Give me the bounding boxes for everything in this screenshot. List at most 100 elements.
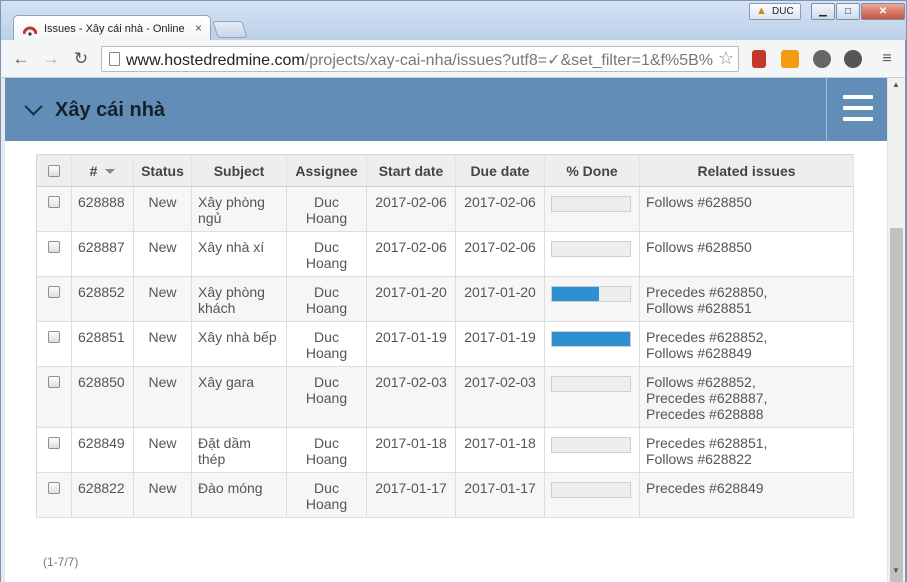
row-checkbox[interactable] — [48, 331, 60, 343]
issue-id[interactable]: 628822 — [71, 472, 134, 518]
row-checkbox[interactable] — [48, 437, 60, 449]
vertical-scrollbar[interactable]: ▲ ▼ — [887, 78, 905, 582]
issue-id[interactable]: 628887 — [71, 231, 134, 277]
related-issue-link[interactable]: Precedes #628851, — [646, 435, 847, 451]
minimize-button[interactable]: ▁ — [811, 3, 835, 20]
issue-subject[interactable]: Đặt dầm thép — [191, 427, 287, 473]
header-divider — [826, 78, 827, 141]
issue-due-date: 2017-02-06 — [455, 186, 545, 232]
related-issue-link[interactable]: Precedes #628888 — [646, 406, 847, 422]
film-reel-extension-icon[interactable] — [844, 50, 862, 68]
issue-subject[interactable]: Đào móng — [191, 472, 287, 518]
address-bar[interactable]: www.hostedredmine.com/projects/xay-cai-n… — [101, 46, 739, 72]
issue-related: Precedes #628852, Follows #628849 — [639, 321, 854, 367]
menu-icon[interactable]: ≡ — [877, 49, 897, 69]
new-tab-button[interactable] — [212, 21, 248, 38]
column-header-start-date[interactable]: Start date — [366, 154, 456, 187]
related-issue-link[interactable]: Follows #628850 — [646, 194, 847, 210]
browser-tab[interactable]: Issues - Xây cái nhà - Online × — [13, 15, 211, 42]
scroll-up-arrow-icon[interactable]: ▲ — [892, 80, 900, 89]
issue-subject[interactable]: Xây phòng khách — [191, 276, 287, 322]
reload-icon[interactable]: ↻ — [71, 49, 91, 69]
issue-assignee[interactable]: Duc Hoang — [286, 276, 367, 322]
related-issue-link[interactable]: Precedes #628849 — [646, 480, 847, 496]
table-row[interactable]: 628849 New Đặt dầm thép Duc Hoang 2017-01-18… — [36, 427, 854, 473]
user-profile-button[interactable]: ▲ DUC — [749, 3, 801, 20]
issue-due-date: 2017-01-19 — [455, 321, 545, 367]
related-issue-link[interactable]: Follows #628822 — [646, 451, 847, 467]
issue-id[interactable]: 628852 — [71, 276, 134, 322]
issue-assignee[interactable]: Duc Hoang — [286, 321, 367, 367]
table-header-row: # Status Subject Assignee Start date Due… — [36, 154, 854, 187]
issue-assignee[interactable]: Duc Hoang — [286, 186, 367, 232]
related-issue-link[interactable]: Precedes #628887, — [646, 390, 847, 406]
issue-related: Precedes #628849 — [639, 472, 854, 518]
maximize-button[interactable]: □ — [836, 3, 860, 20]
row-checkbox[interactable] — [48, 196, 60, 208]
back-arrow-icon[interactable]: ← — [11, 49, 31, 69]
tab-close-icon[interactable]: × — [195, 21, 202, 35]
issue-id[interactable]: 628851 — [71, 321, 134, 367]
related-issue-link[interactable]: Follows #628850 — [646, 239, 847, 255]
select-all-checkbox[interactable] — [48, 164, 60, 177]
hamburger-menu-icon[interactable] — [843, 95, 873, 121]
related-issue-link[interactable]: Follows #628849 — [646, 345, 847, 361]
issue-subject[interactable]: Xây gara — [191, 366, 287, 428]
column-header-id[interactable]: # — [71, 154, 134, 187]
row-checkbox[interactable] — [48, 286, 60, 298]
table-row[interactable]: 628852 New Xây phòng khách Duc Hoang 2017-01… — [36, 276, 854, 322]
issue-subject[interactable]: Xây nhà xí — [191, 231, 287, 277]
bookmark-star-icon[interactable]: ☆ — [718, 48, 734, 69]
related-issue-link[interactable]: Precedes #628850, — [646, 284, 847, 300]
column-header-subject[interactable]: Subject — [191, 154, 287, 187]
issue-assignee[interactable]: Duc Hoang — [286, 366, 367, 428]
issue-id[interactable]: 628849 — [71, 427, 134, 473]
column-header-status[interactable]: Status — [133, 154, 192, 187]
scrollbar-thumb[interactable] — [890, 228, 903, 582]
url-host: www.hostedredmine.com — [126, 52, 305, 69]
table-row[interactable]: 628851 New Xây nhà bếp Duc Hoang 2017-01-19 2… — [36, 321, 854, 367]
column-header-due-date[interactable]: Due date — [455, 154, 545, 187]
forward-arrow-icon[interactable]: → — [41, 49, 61, 69]
page-content: Xây cái nhà # Status Subject Assignee St… — [5, 78, 887, 582]
row-checkbox[interactable] — [48, 482, 60, 494]
row-checkbox[interactable] — [48, 241, 60, 253]
scroll-down-arrow-icon[interactable]: ▼ — [892, 566, 900, 575]
column-header-assignee[interactable]: Assignee — [286, 154, 367, 187]
table-row[interactable]: 628887 New Xây nhà xí Duc Hoang 2017-02-06 20… — [36, 231, 854, 277]
issue-start-date: 2017-02-06 — [366, 231, 456, 277]
table-row[interactable]: 628850 New Xây gara Duc Hoang 2017-02-03 2017… — [36, 366, 854, 428]
progress-bar — [551, 196, 631, 212]
row-checkbox-cell — [36, 276, 72, 322]
issue-start-date: 2017-02-03 — [366, 366, 456, 428]
related-issue-link[interactable]: Follows #628852, — [646, 374, 847, 390]
issue-subject[interactable]: Xây nhà bếp — [191, 321, 287, 367]
table-row[interactable]: 628888 New Xây phòng ngủ Duc Hoang 2017-02-0… — [36, 186, 854, 232]
lightbulb-extension-icon[interactable] — [813, 50, 831, 68]
issue-status: New — [133, 366, 192, 428]
column-header-done[interactable]: % Done — [544, 154, 640, 187]
issue-related: Precedes #628850, Follows #628851 — [639, 276, 854, 322]
issues-table: # Status Subject Assignee Start date Due… — [36, 154, 854, 518]
row-checkbox[interactable] — [48, 376, 60, 388]
related-issue-link[interactable]: Follows #628851 — [646, 300, 847, 316]
progress-bar — [551, 376, 631, 392]
issue-id[interactable]: 628888 — [71, 186, 134, 232]
chevron-down-icon[interactable] — [24, 97, 43, 116]
rss-extension-icon[interactable] — [781, 50, 799, 68]
bookmark-extension-icon[interactable] — [752, 50, 766, 68]
issue-assignee[interactable]: Duc Hoang — [286, 427, 367, 473]
issue-subject[interactable]: Xây phòng ngủ — [191, 186, 287, 232]
redmine-icon — [23, 26, 37, 36]
related-issue-link[interactable]: Precedes #628852, — [646, 329, 847, 345]
warning-icon: ▲ — [756, 5, 767, 17]
table-row[interactable]: 628822 New Đào móng Duc Hoang 2017-01-17 2017… — [36, 472, 854, 518]
row-checkbox-cell — [36, 427, 72, 473]
issue-related: Precedes #628851, Follows #628822 — [639, 427, 854, 473]
close-window-button[interactable]: ✕ — [861, 3, 905, 20]
issue-related: Follows #628850 — [639, 231, 854, 277]
issue-assignee[interactable]: Duc Hoang — [286, 472, 367, 518]
issue-assignee[interactable]: Duc Hoang — [286, 231, 367, 277]
issue-id[interactable]: 628850 — [71, 366, 134, 428]
progress-fill — [552, 287, 599, 301]
